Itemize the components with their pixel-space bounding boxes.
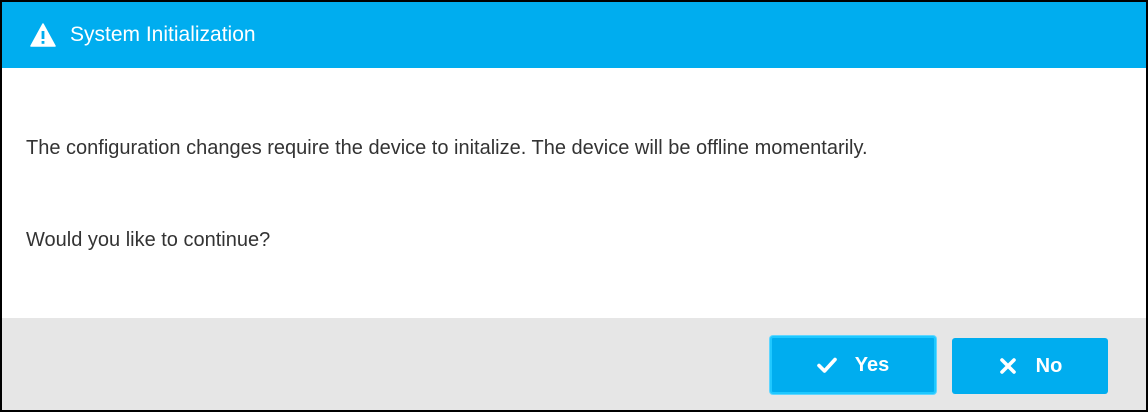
no-button[interactable]: No — [952, 338, 1108, 394]
checkmark-icon — [816, 355, 837, 375]
yes-button[interactable]: Yes — [770, 336, 936, 394]
dialog-titlebar: System Initialization — [2, 2, 1146, 68]
dialog-message: The configuration changes require the de… — [26, 137, 868, 159]
dialog-question: Would you like to continue? — [26, 229, 271, 251]
warning-icon — [30, 23, 56, 47]
close-icon — [998, 356, 1018, 376]
no-button-label: No — [1035, 354, 1063, 377]
dialog-footer: Yes No — [2, 318, 1146, 410]
dialog-title: System Initialization — [70, 23, 256, 46]
dialog-body: The configuration changes require the de… — [2, 68, 1146, 318]
yes-button-label: Yes — [854, 353, 890, 376]
system-initialization-dialog: System Initialization The configuration … — [0, 0, 1148, 412]
